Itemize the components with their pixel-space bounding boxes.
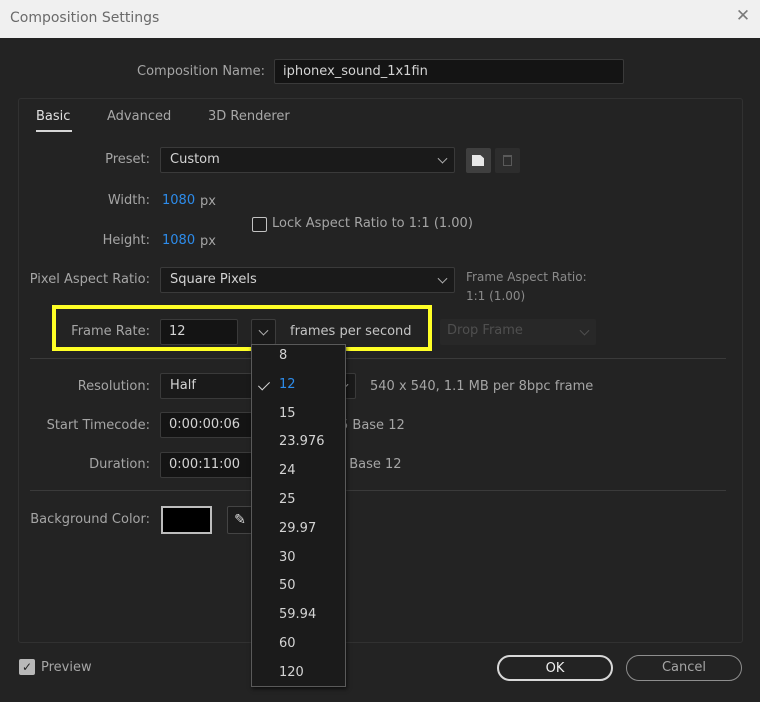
- frame-rate-option-label: 12: [279, 376, 296, 392]
- height-label: Height:: [102, 233, 150, 248]
- ok-button[interactable]: OK: [497, 655, 613, 681]
- frame-rate-option[interactable]: 24: [252, 457, 345, 485]
- resolution-info: 540 x 540, 1.1 MB per 8bpc frame: [370, 379, 594, 394]
- frame-rate-option-label: 59.94: [279, 607, 317, 623]
- frame-rate-option-label: 15: [279, 405, 296, 421]
- chevron-down-icon: [437, 153, 448, 164]
- chevron-down-icon: [437, 273, 448, 284]
- frame-rate-option[interactable]: 50: [252, 572, 345, 600]
- frame-rate-option-label: 24: [279, 463, 296, 479]
- trash-icon: [503, 155, 512, 166]
- save-icon: [472, 155, 484, 166]
- frame-rate-option[interactable]: 12: [252, 371, 345, 399]
- width-unit: px: [200, 194, 216, 209]
- save-preset-button[interactable]: [466, 148, 491, 173]
- composition-name-label: Composition Name:: [137, 64, 266, 79]
- frame-rate-option[interactable]: 15: [252, 400, 345, 428]
- frame-rate-option[interactable]: 59.94: [252, 601, 345, 629]
- drop-frame-select: Drop Frame: [440, 319, 596, 345]
- frame-rate-option-label: 50: [279, 578, 296, 594]
- drop-frame-label: Drop Frame: [447, 323, 523, 338]
- background-color-label: Background Color:: [30, 512, 150, 527]
- lock-aspect-checkbox[interactable]: [252, 217, 267, 232]
- background-color-swatch[interactable]: [161, 506, 212, 534]
- resolution-label: Resolution:: [77, 379, 150, 394]
- preview-label: Preview: [41, 660, 92, 675]
- height-value[interactable]: 1080: [162, 233, 195, 248]
- frame-rate-option-label: 120: [279, 664, 304, 680]
- frame-rate-option[interactable]: 23.976: [252, 428, 345, 456]
- frame-rate-option-label: 8: [279, 348, 288, 363]
- divider: [30, 490, 726, 491]
- preview-checkbox[interactable]: ✓: [19, 659, 35, 675]
- frame-rate-option-label: 60: [279, 636, 296, 651]
- frame-rate-option-label: 29.97: [279, 520, 317, 536]
- preset-select[interactable]: Custom: [160, 147, 455, 173]
- pixel-aspect-select[interactable]: Square Pixels: [160, 267, 455, 293]
- start-timecode-label: Start Timecode:: [46, 418, 150, 433]
- frame-rate-option[interactable]: 29.97: [252, 515, 345, 543]
- preset-value: Custom: [170, 152, 220, 167]
- frame-aspect-value: 1:1 (1.00): [466, 289, 526, 303]
- pixel-aspect-value: Square Pixels: [170, 272, 257, 287]
- height-unit: px: [200, 234, 216, 249]
- frame-aspect-label: Frame Aspect Ratio:: [466, 270, 587, 284]
- eyedropper-icon[interactable]: ✎: [227, 506, 253, 534]
- preset-label: Preset:: [105, 152, 150, 167]
- resolution-value: Half: [170, 378, 196, 393]
- frame-rate-option[interactable]: 8: [252, 345, 345, 370]
- frame-rate-option[interactable]: 30: [252, 544, 345, 572]
- tab-basic[interactable]: Basic: [36, 109, 70, 124]
- frame-rate-option[interactable]: 120: [252, 659, 345, 686]
- duration-label: Duration:: [89, 457, 150, 472]
- frame-rate-option[interactable]: 25: [252, 486, 345, 514]
- cancel-button[interactable]: Cancel: [626, 655, 742, 681]
- frame-rate-option-label: 25: [279, 492, 296, 507]
- pixel-aspect-label: Pixel Aspect Ratio:: [29, 272, 150, 287]
- highlight-box: [52, 305, 432, 351]
- frame-rate-option-label: 23.976: [279, 434, 325, 450]
- frame-rate-dropdown-list: 8 12 15 23.976 24 25 29.97 30 50 59.94 60 120: [251, 344, 346, 687]
- tab-3d-renderer[interactable]: 3D Renderer: [208, 109, 290, 124]
- start-timecode-base: 5 Base 12: [340, 418, 405, 433]
- start-timecode-input[interactable]: 0:00:00:06: [160, 412, 260, 438]
- chevron-down-icon: [579, 325, 590, 336]
- duration-base: ) Base 12: [340, 457, 402, 472]
- frame-rate-option[interactable]: 60: [252, 630, 345, 658]
- tab-advanced[interactable]: Advanced: [107, 109, 171, 124]
- checkmark-icon: [257, 378, 271, 391]
- delete-preset-button[interactable]: [495, 148, 520, 173]
- window-title: Composition Settings: [10, 10, 160, 26]
- frame-rate-option-label: 30: [279, 549, 296, 565]
- settings-panel: [18, 98, 743, 643]
- close-icon[interactable]: ✕: [733, 6, 753, 30]
- lock-aspect-label: Lock Aspect Ratio to 1:1 (1.00): [272, 216, 473, 231]
- width-label: Width:: [107, 193, 150, 208]
- divider: [30, 358, 726, 359]
- width-value[interactable]: 1080: [162, 193, 195, 208]
- composition-name-input[interactable]: iphonex_sound_1x1fin: [274, 59, 624, 84]
- duration-input[interactable]: 0:00:11:00: [160, 452, 260, 478]
- active-tab-underline: [36, 130, 72, 132]
